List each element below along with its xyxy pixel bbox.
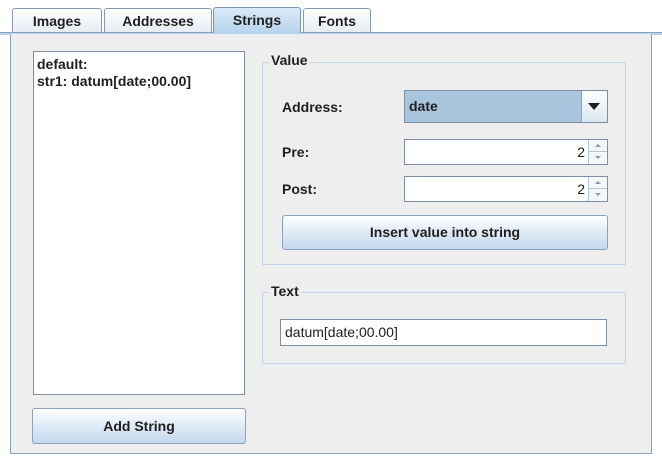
list-item[interactable]: default:	[37, 56, 241, 73]
spin-up-icon[interactable]	[589, 177, 607, 189]
post-spinner-value: 2	[577, 181, 585, 197]
post-label: Post:	[282, 181, 317, 197]
tab-addresses-label: Addresses	[122, 13, 194, 29]
post-spinner[interactable]: 2	[404, 176, 608, 202]
post-spinner-arrows	[588, 177, 607, 201]
address-label: Address:	[282, 99, 343, 115]
insert-value-button-label: Insert value into string	[369, 224, 521, 240]
text-field[interactable]: datum[date;00.00]	[280, 319, 607, 346]
insert-value-button[interactable]: Insert value into string	[282, 215, 608, 250]
list-item[interactable]: str1: datum[date;00.00]	[37, 73, 241, 90]
spin-down-icon[interactable]	[589, 152, 607, 164]
pre-spinner-arrows	[588, 140, 607, 164]
value-group-title: Value	[269, 52, 310, 68]
chevron-down-icon[interactable]	[581, 91, 607, 122]
spin-up-icon[interactable]	[589, 140, 607, 152]
strings-list[interactable]: default: str1: datum[date;00.00]	[33, 51, 245, 395]
pre-label: Pre:	[282, 144, 310, 160]
add-string-button-label: Add String	[103, 418, 175, 434]
pre-spinner[interactable]: 2	[404, 139, 608, 165]
tab-images-label: Images	[32, 13, 82, 29]
spin-down-icon[interactable]	[589, 189, 607, 201]
tab-images[interactable]: Images	[12, 8, 102, 32]
address-select-value: date	[409, 98, 438, 114]
tab-strings[interactable]: Strings	[213, 7, 301, 33]
add-string-button[interactable]: Add String	[32, 408, 246, 444]
tab-addresses[interactable]: Addresses	[104, 8, 212, 32]
tab-strings-label: Strings	[232, 12, 282, 28]
text-group-title: Text	[269, 283, 301, 299]
address-select[interactable]: date	[404, 90, 608, 123]
tab-fonts-label: Fonts	[317, 13, 357, 29]
tab-fonts[interactable]: Fonts	[303, 8, 371, 32]
pre-spinner-value: 2	[577, 144, 585, 160]
